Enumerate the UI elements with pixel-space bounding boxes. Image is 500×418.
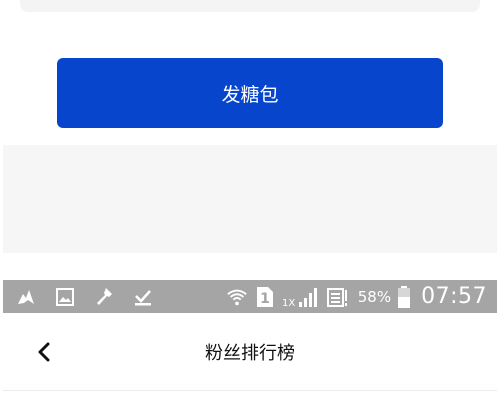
notification-icons [3,286,154,308]
battery-percentage: 58% [357,287,392,306]
wifi-icon [226,286,248,308]
data-saver-icon [326,286,348,308]
flashlight-icon [93,286,115,308]
svg-text:1: 1 [260,291,270,307]
bird-notification-icon [15,286,37,308]
system-indicators: 1 1X 58% 07:57 [226,284,497,309]
status-bar: 1 1X 58% 07:57 [3,280,497,313]
send-button-label: 发糖包 [221,83,279,106]
send-sugar-packet-button[interactable]: 发糖包 [57,58,443,128]
screen: 发糖包 1 1X 58% 07:57 粉丝排行榜 [0,0,500,418]
chevron-left-icon[interactable] [31,337,57,367]
status-clock: 07:57 [421,284,487,309]
sim-card-icon: 1 [254,286,276,308]
nav-header: 粉丝排行榜 [3,313,497,391]
section-divider [3,145,497,253]
battery-icon [397,285,411,308]
page-title: 粉丝排行榜 [205,343,295,364]
svg-text:1X: 1X [282,298,295,308]
download-done-icon [132,286,154,308]
image-notification-icon [54,286,76,308]
cellular-signal-icon: 1X [282,286,320,308]
input-field[interactable] [20,0,480,12]
